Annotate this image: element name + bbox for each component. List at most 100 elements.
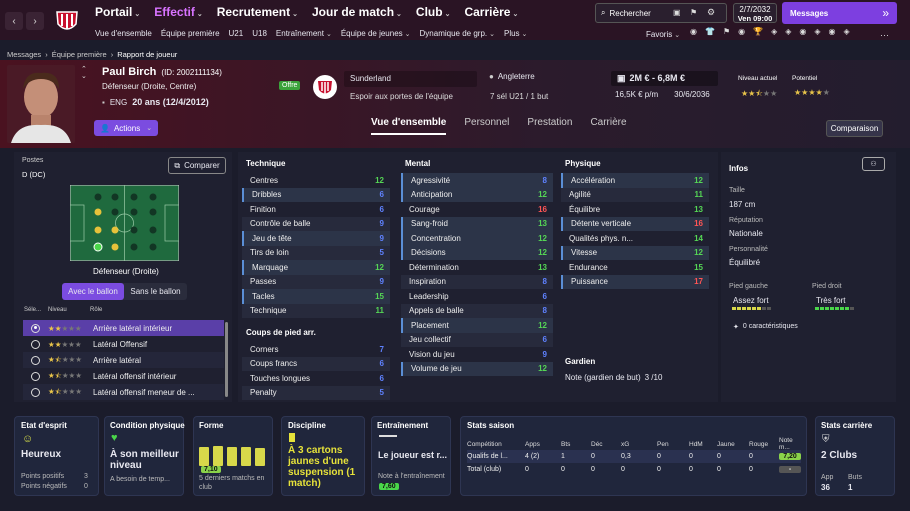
attribute-row[interactable]: Penalty 5 xyxy=(242,385,390,400)
subnav-training[interactable]: Entraînement ⌄ xyxy=(276,29,332,38)
attribute-row[interactable]: Dribbles 6 xyxy=(242,187,390,202)
shortcut-icon[interactable]: ◈ xyxy=(785,27,791,36)
shortcut-icon[interactable]: ◈ xyxy=(771,27,777,36)
shortcut-icon[interactable]: ◉ xyxy=(690,27,697,36)
nav-portail[interactable]: Portail ⌄ xyxy=(95,5,140,19)
more-icon[interactable]: ··· xyxy=(880,30,889,40)
attribute-row[interactable]: Leadership 6 xyxy=(401,289,553,304)
attribute-row[interactable]: Passes 9 xyxy=(242,274,390,289)
season-header-cell[interactable]: Note m... xyxy=(779,437,801,451)
season-header-cell[interactable]: Compétition xyxy=(467,441,525,448)
breadcrumb-messages[interactable]: Messages xyxy=(7,50,41,59)
sunderland-crest-icon[interactable] xyxy=(312,74,338,100)
season-header-cell[interactable]: Bts xyxy=(561,441,591,448)
attribute-row[interactable]: Inspiration 8 xyxy=(401,274,553,289)
attribute-row[interactable]: Qualités phys. n... 14 xyxy=(561,231,709,246)
shortcut-icon[interactable]: ◉ xyxy=(738,27,745,36)
attribute-row[interactable]: Vitesse 12 xyxy=(561,245,709,260)
shortcut-icon[interactable]: ◈ xyxy=(814,27,820,36)
attribute-row[interactable]: Corners 7 xyxy=(242,342,390,357)
traits-row[interactable]: ✦ 0 caractéristiques xyxy=(733,323,798,331)
sort-arrows-icon[interactable]: ⌃ ⌄ xyxy=(81,66,87,80)
attribute-row[interactable]: Touches longues 6 xyxy=(242,371,390,386)
gear-icon[interactable]: ⚙ xyxy=(707,7,715,18)
attribute-row[interactable]: Agressivité 8 xyxy=(401,173,553,188)
attribute-row[interactable]: Vision du jeu 9 xyxy=(401,347,553,362)
comparison-button[interactable]: Comparaison xyxy=(826,120,883,137)
role-row[interactable]: ★⯪★★★ Latéral offensif meneur de ... xyxy=(23,384,224,400)
nav-recrutement[interactable]: Recrutement ⌄ xyxy=(217,5,298,19)
season-row[interactable]: Total (club) 0 0 0 0 0 0 0 0 - xyxy=(467,463,801,476)
col-role[interactable]: Rôle xyxy=(90,307,102,313)
attribute-row[interactable]: Anticipation 12 xyxy=(401,187,553,202)
subnav-dynamics[interactable]: Dynamique de grp. ⌄ xyxy=(420,29,495,38)
toggle-with-ball[interactable]: Avec le ballon xyxy=(62,283,124,300)
attribute-row[interactable]: Jeu de tête 9 xyxy=(242,231,390,246)
subnav-overview[interactable]: Vue d'ensemble xyxy=(95,29,152,38)
attribute-row[interactable]: Agilité 11 xyxy=(561,187,709,202)
value-box[interactable]: ▣ 2M € - 6,8M € xyxy=(611,71,718,86)
subnav-more[interactable]: Plus ⌄ xyxy=(504,29,527,38)
search-button[interactable]: ⌕ Rechercher xyxy=(601,8,651,18)
role-row[interactable]: ★★★★★ Latéral Offensif xyxy=(23,336,224,352)
tab-overview[interactable]: Vue d'ensemble xyxy=(371,117,447,135)
messages-button[interactable]: Messages » xyxy=(782,2,897,24)
compare-button[interactable]: ⧉ Comparer xyxy=(168,157,226,174)
season-row[interactable]: Qualifs de l... 4 (2) 1 0 0,3 0 0 0 0 7,20 xyxy=(467,450,801,463)
breadcrumb-first-team[interactable]: Équipe première xyxy=(52,50,107,59)
attribute-row[interactable]: Courage 16 xyxy=(401,202,553,217)
attribute-row[interactable]: Endurance 15 xyxy=(561,260,709,275)
club-name[interactable]: Sunderland xyxy=(344,71,477,87)
flag-icon[interactable]: ⚑ xyxy=(690,8,697,17)
notebook-icon[interactable]: ▣ xyxy=(673,8,681,17)
attribute-row[interactable]: Accélération 12 xyxy=(561,173,709,188)
shortcut-icon[interactable]: ◉ xyxy=(799,27,806,36)
attribute-row[interactable]: Technique 11 xyxy=(242,303,390,318)
attribute-row[interactable]: Concentration 12 xyxy=(401,231,553,246)
attribute-row[interactable]: Placement 12 xyxy=(401,318,553,333)
attribute-row[interactable]: Coups francs 6 xyxy=(242,356,390,371)
attribute-row[interactable]: Jeu collectif 6 xyxy=(401,332,553,347)
shortcut-icon[interactable]: ◈ xyxy=(844,27,850,36)
subnav-youth[interactable]: Équipe de jeunes ⌄ xyxy=(341,29,411,38)
date-display[interactable]: 2/7/2032 Ven 09:00 xyxy=(733,3,777,23)
attribute-row[interactable]: Finition 6 xyxy=(242,202,390,217)
subnav-first-team[interactable]: Équipe première xyxy=(161,29,220,38)
attribute-row[interactable]: Centres 12 xyxy=(242,173,390,188)
shortcut-icon[interactable]: ◉ xyxy=(829,27,836,36)
tab-prestation[interactable]: Prestation xyxy=(527,117,572,135)
season-header-cell[interactable]: Jaune xyxy=(717,441,749,448)
role-row[interactable]: ★★★★★ Arrière latéral intérieur xyxy=(23,320,224,336)
attribute-row[interactable]: Tirs de loin 5 xyxy=(242,245,390,260)
toggle-without-ball[interactable]: Sans le ballon xyxy=(124,283,187,300)
attribute-row[interactable]: Volume de jeu 12 xyxy=(401,361,553,376)
season-header-cell[interactable]: Déc xyxy=(591,441,621,448)
subnav-u18[interactable]: U18 xyxy=(252,29,267,38)
nav-carriere[interactable]: Carrière ⌄ xyxy=(464,5,518,19)
forward-icon[interactable]: › xyxy=(26,12,44,30)
roles-scrollbar[interactable] xyxy=(225,322,228,397)
nav-club[interactable]: Club ⌄ xyxy=(416,5,451,19)
favoris-menu[interactable]: Favoris ⌄ xyxy=(646,30,680,39)
season-header-cell[interactable]: Pen xyxy=(657,441,689,448)
attribute-row[interactable]: Sang-froid 13 xyxy=(401,216,553,231)
tab-carriere[interactable]: Carrière xyxy=(590,117,626,135)
nav-effectif[interactable]: Effectif ⌄ xyxy=(154,5,203,19)
season-header-cell[interactable]: Rouge xyxy=(749,441,779,448)
player-country[interactable]: Angleterre xyxy=(498,72,535,81)
shirt-icon[interactable]: 👕 xyxy=(705,27,715,36)
role-row[interactable]: ★⯪★★★ Arrière latéral xyxy=(23,352,224,368)
attribute-row[interactable]: Marquage 12 xyxy=(242,260,390,275)
shirt-icon[interactable]: ⚑ xyxy=(723,27,730,36)
attribute-row[interactable]: Tacles 15 xyxy=(242,289,390,304)
attribute-row[interactable]: Équilibre 13 xyxy=(561,202,709,217)
role-row[interactable]: ★⯪★★★ Latéral offensif intérieur xyxy=(23,368,224,384)
infos-settings-icon[interactable]: ⚇ xyxy=(862,157,885,171)
attribute-row[interactable]: Appels de balle 8 xyxy=(401,303,553,318)
col-level[interactable]: Niveau xyxy=(48,307,67,313)
trophy-icon[interactable]: 🏆 xyxy=(753,27,763,36)
season-header-cell[interactable]: Apps xyxy=(525,441,561,448)
attribute-row[interactable]: Décisions 12 xyxy=(401,245,553,260)
season-header-cell[interactable]: HdM xyxy=(689,441,717,448)
club-crest-icon[interactable] xyxy=(52,6,82,36)
